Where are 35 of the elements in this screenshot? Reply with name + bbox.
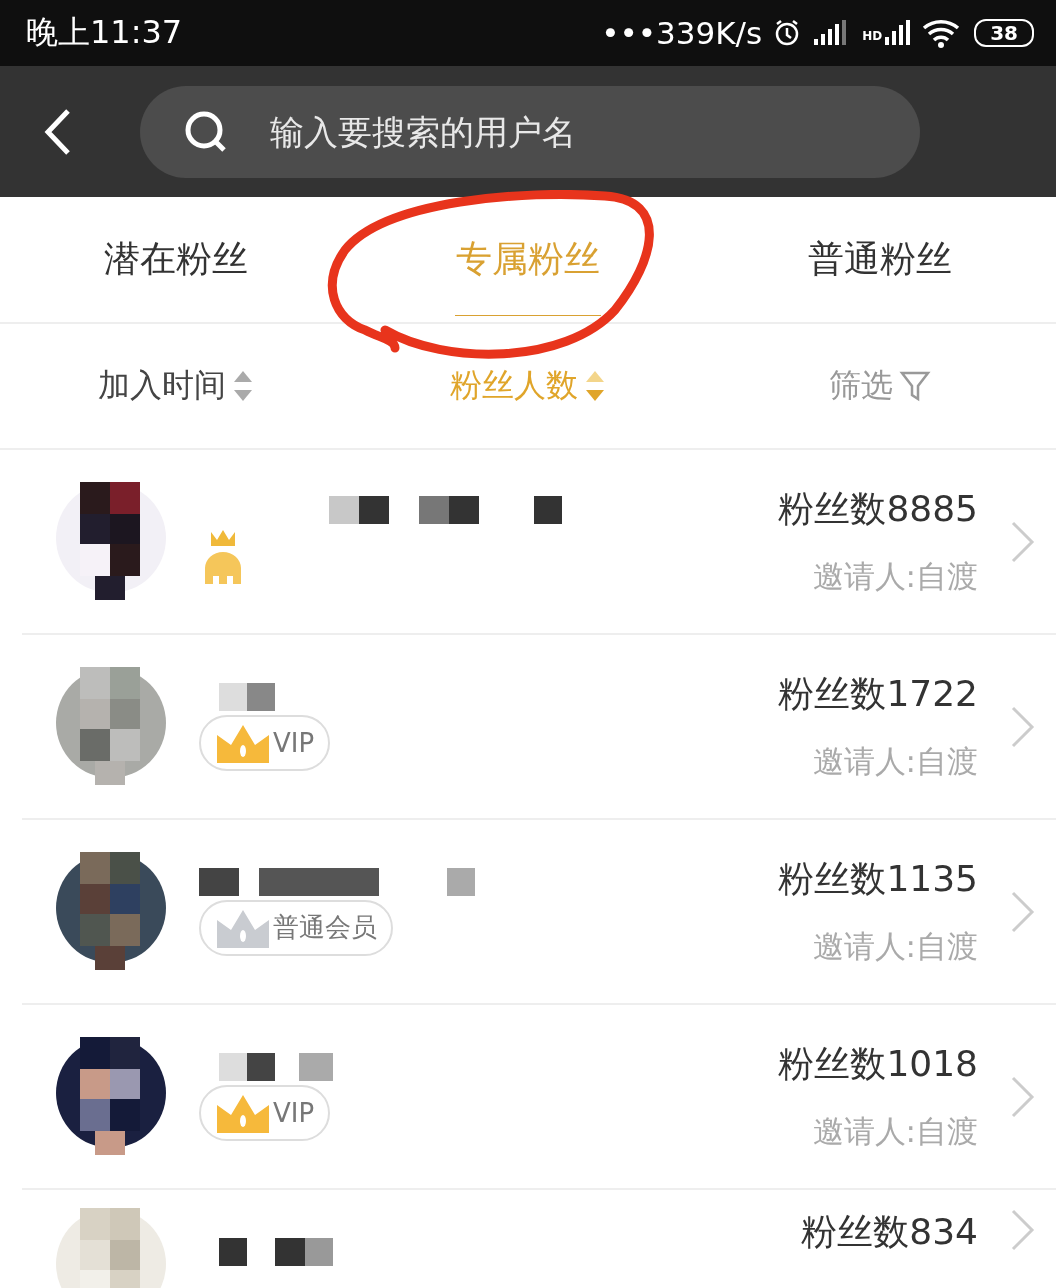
inviter-label: 邀请人:自渡 [812, 927, 978, 966]
search-field[interactable]: 输入要搜索的用户名 [140, 85, 920, 178]
badge-label: VIP [273, 1097, 315, 1128]
fan-count: 粉丝数8885 [778, 487, 978, 531]
fan-count: 粉丝数1722 [778, 672, 978, 716]
filter-icon [899, 369, 931, 403]
inviter-label: 邀请人:自渡 [812, 742, 978, 781]
signal-icon [884, 19, 911, 47]
fan-count: 粉丝数1135 [778, 857, 978, 901]
redacted-name-drawing [219, 682, 275, 711]
fan-row[interactable]: 普通会员 粉丝数1135 邀请人:自渡 [22, 820, 1056, 1005]
fan-row[interactable]: 粉丝数834 [22, 1190, 1056, 1288]
network-label: HD [862, 29, 883, 43]
fan-row[interactable]: VIP 粉丝数1722 邀请人:自渡 [22, 635, 1056, 820]
tab[interactable]: 普通粉丝 [704, 197, 1056, 322]
sort-icon [584, 369, 606, 403]
fan-row[interactable]: VIP 粉丝数1018 邀请人:自渡 [22, 1005, 1056, 1190]
sort-icon [232, 369, 254, 403]
chevron-right-icon [1010, 1208, 1036, 1252]
inviter-label: 邀请人:自渡 [812, 1112, 978, 1151]
fan-count: 粉丝数1018 [778, 1042, 978, 1086]
chevron-right-icon [1010, 704, 1036, 749]
battery-level: 38 [974, 19, 1034, 47]
chevron-right-icon [1010, 519, 1036, 564]
fan-row[interactable]: 粉丝数8885 邀请人:自渡 [22, 450, 1056, 635]
tab[interactable]: 潜在粉丝 [0, 197, 352, 322]
sort-button[interactable]: 加入时间 [0, 324, 352, 448]
chevron-right-icon [1010, 1074, 1036, 1119]
inviter-label: 邀请人:自渡 [812, 557, 978, 596]
chevron-right-icon [1010, 889, 1036, 934]
clock-time: 晚上11:37 [26, 12, 183, 53]
fan-count: 粉丝数834 [801, 1210, 978, 1254]
badge-label: VIP [273, 727, 315, 758]
network-speed: •••339K/s [601, 15, 763, 51]
badge-label: 普通会员 [273, 911, 377, 944]
